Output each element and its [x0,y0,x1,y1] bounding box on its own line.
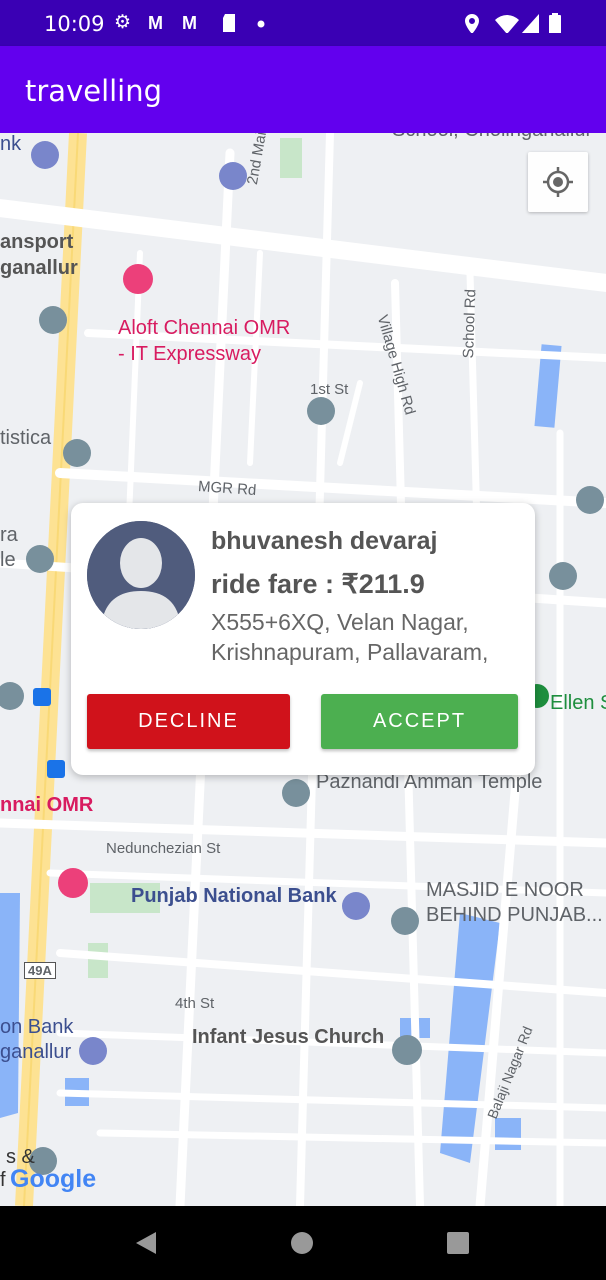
back-icon[interactable] [134,1231,158,1255]
home-icon[interactable] [290,1231,314,1255]
map-label-bottom-left-2: f [0,1169,6,1191]
map-label-1st-st: 1st St [310,381,349,398]
signal-icon [521,14,539,33]
map-label-school-rd: School Rd [460,288,480,359]
rider-name: bhuvanesh devaraj [211,527,438,555]
accept-button[interactable]: ACCEPT [321,694,518,749]
map-label-ganallur-top: ganallur [0,257,78,279]
map-label-49a: 49A [24,962,56,979]
recents-icon[interactable] [446,1231,470,1255]
ride-request-card: bhuvanesh devaraj ride fare : ₹211.9 X55… [71,503,535,775]
google-logo: Google [10,1165,97,1193]
settings-icon: ⚙ [114,12,132,33]
location-icon [465,14,479,33]
map-label-pnb: Punjab National Bank [131,885,337,907]
gmail-icon: M [148,13,163,33]
app-title: travelling [25,74,163,108]
gmail-icon-2: M [182,13,197,33]
dot-icon [257,20,265,28]
battery-icon [549,13,561,33]
map-label-aloft-2: - IT Expressway [118,343,261,365]
map-label-ellen: Ellen S [550,692,606,714]
map-label-le: le [0,549,16,571]
map-label-4th-st: 4th St [175,995,215,1012]
decline-button[interactable]: DECLINE [87,694,290,749]
pickup-address: X555+6XQ, Velan Nagar, Krishnapuram, Pal… [211,609,489,665]
map-label-ra: ra [0,524,18,546]
map-label-on-bank: on Bank [0,1016,74,1038]
map-label-school-top: School, Cholinganallur [392,133,592,142]
map-label-nedunchezian: Nedunchezian St [106,840,221,857]
wifi-icon [495,15,519,33]
map-label-masjid-1: MASJID E NOOR [426,879,584,901]
my-location-button[interactable] [528,152,588,212]
status-time: 10:09 [44,12,105,36]
ride-fare: ride fare : ₹211.9 [211,569,425,599]
map-label-tistica: tistica [0,427,52,449]
map-label-bank-top: nk [0,133,22,155]
rider-avatar [87,521,195,629]
map-label-infant-jesus: Infant Jesus Church [192,1026,385,1048]
navigation-bar [0,1206,606,1280]
map-label-aloft-1: Aloft Chennai OMR [118,317,291,339]
person-icon [87,521,195,629]
sd-card-icon [223,14,235,32]
status-bar: 10:09 ⚙ M M [0,0,606,46]
map-label-transport: ansport [0,231,74,253]
my-location-icon [543,167,573,197]
map-label-nnai-omr: nnai OMR [0,794,94,816]
app-bar: travelling [0,46,606,133]
map-label-masjid-2: BEHIND PUNJAB... [426,904,603,926]
map-label-ganallur-bottom: ganallur [0,1041,72,1063]
